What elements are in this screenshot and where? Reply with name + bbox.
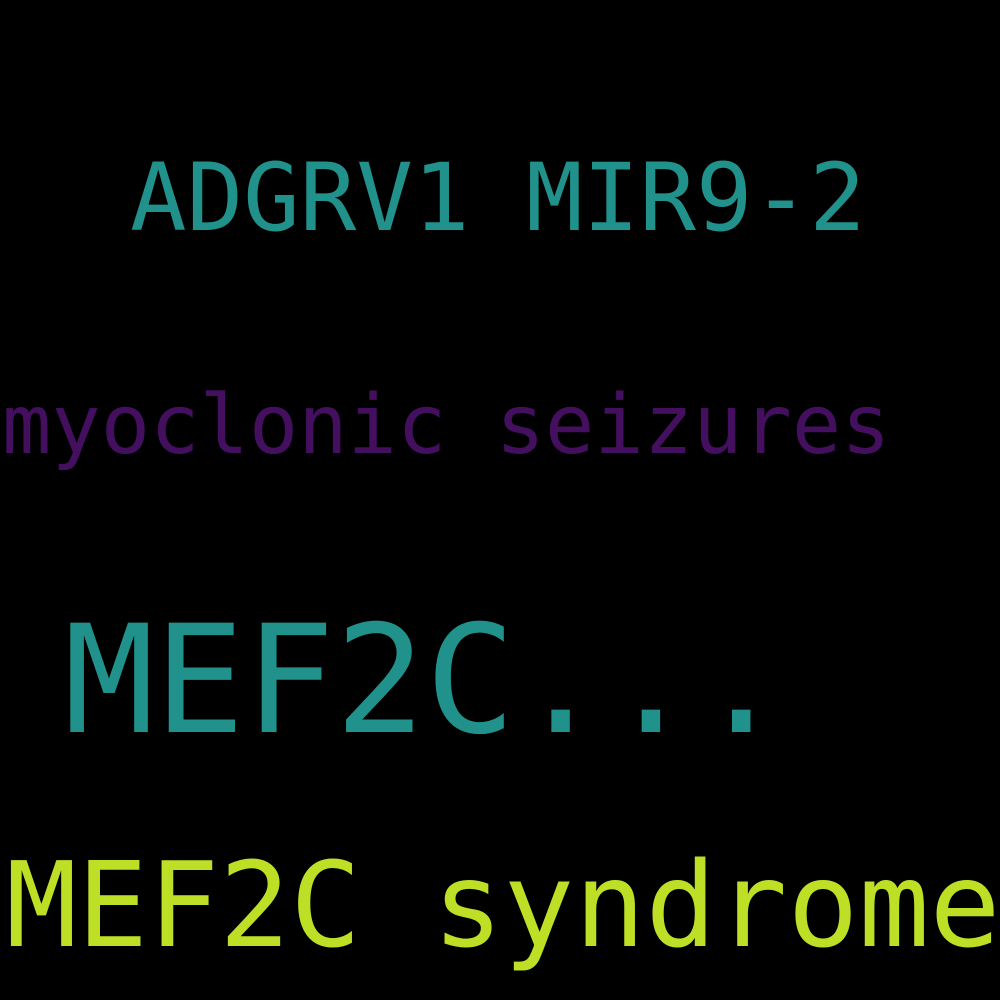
word-cloud: ADGRV1 MIR9-2 myoclonic seizures MEF2C..… <box>0 0 1000 1000</box>
word-mef2c-syndrome: MEF2C syndrome <box>6 836 1000 974</box>
word-adgrv1-mir9-2: ADGRV1 MIR9-2 <box>130 144 866 253</box>
word-mef2c-truncated: MEF2C... <box>64 594 787 768</box>
word-myoclonic-seizures: myoclonic seizures <box>2 378 891 473</box>
